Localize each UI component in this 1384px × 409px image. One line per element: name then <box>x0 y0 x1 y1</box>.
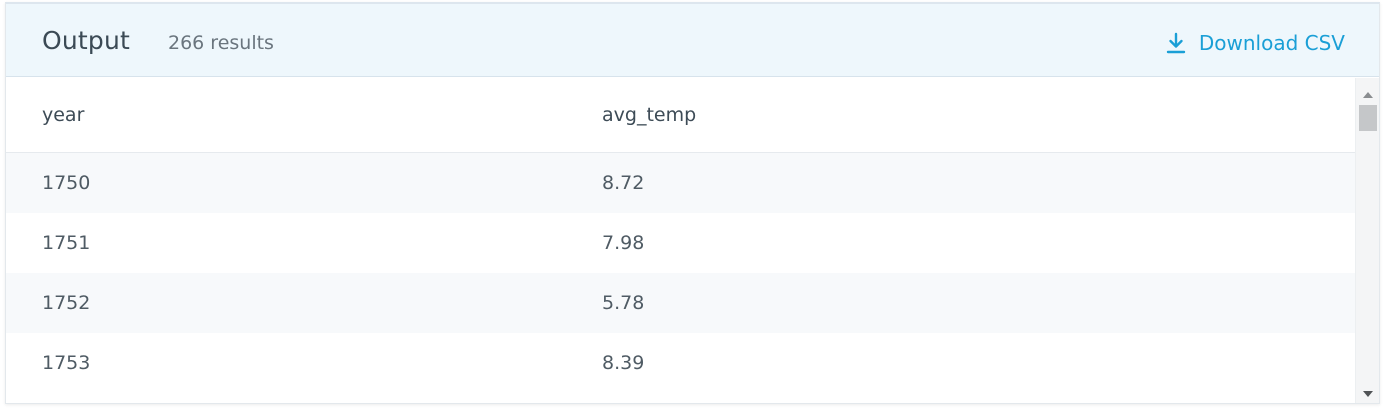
table-row: 1752 5.78 <box>6 273 1356 333</box>
column-header-year: year <box>42 104 85 126</box>
result-count: 266 results <box>168 32 274 54</box>
table-row: 1750 8.72 <box>6 153 1356 213</box>
download-csv-label: Download CSV <box>1198 31 1345 55</box>
download-csv-button[interactable]: Download CSV <box>1165 30 1345 56</box>
cell-avg-temp: 8.39 <box>602 352 645 374</box>
output-header: Output 266 results Download CSV <box>6 4 1379 77</box>
cell-year: 1753 <box>42 352 91 374</box>
table-row: 1753 8.39 <box>6 333 1356 393</box>
table-row: 1751 7.98 <box>6 213 1356 273</box>
scroll-up-button[interactable] <box>1356 82 1379 102</box>
scrollbar-thumb[interactable] <box>1359 105 1377 131</box>
results-table: year avg_temp 1750 8.72 1751 7.98 1752 5… <box>6 78 1356 403</box>
cell-year: 1751 <box>42 232 91 254</box>
chevron-down-icon <box>1363 383 1373 402</box>
download-icon <box>1165 31 1187 55</box>
cell-avg-temp: 7.98 <box>602 232 645 254</box>
table-header: year avg_temp <box>6 78 1356 153</box>
table-body: 1750 8.72 1751 7.98 1752 5.78 1753 8.39 <box>6 153 1356 393</box>
cell-avg-temp: 8.72 <box>602 172 645 194</box>
output-title: Output <box>42 26 131 55</box>
cell-avg-temp: 5.78 <box>602 292 645 314</box>
chevron-up-icon <box>1363 83 1373 102</box>
vertical-scrollbar[interactable] <box>1355 78 1379 403</box>
scroll-down-button[interactable] <box>1356 382 1379 402</box>
output-panel: Output 266 results Download CSV year avg… <box>5 2 1380 404</box>
cell-year: 1752 <box>42 292 91 314</box>
cell-year: 1750 <box>42 172 91 194</box>
column-header-avg-temp: avg_temp <box>602 104 697 126</box>
